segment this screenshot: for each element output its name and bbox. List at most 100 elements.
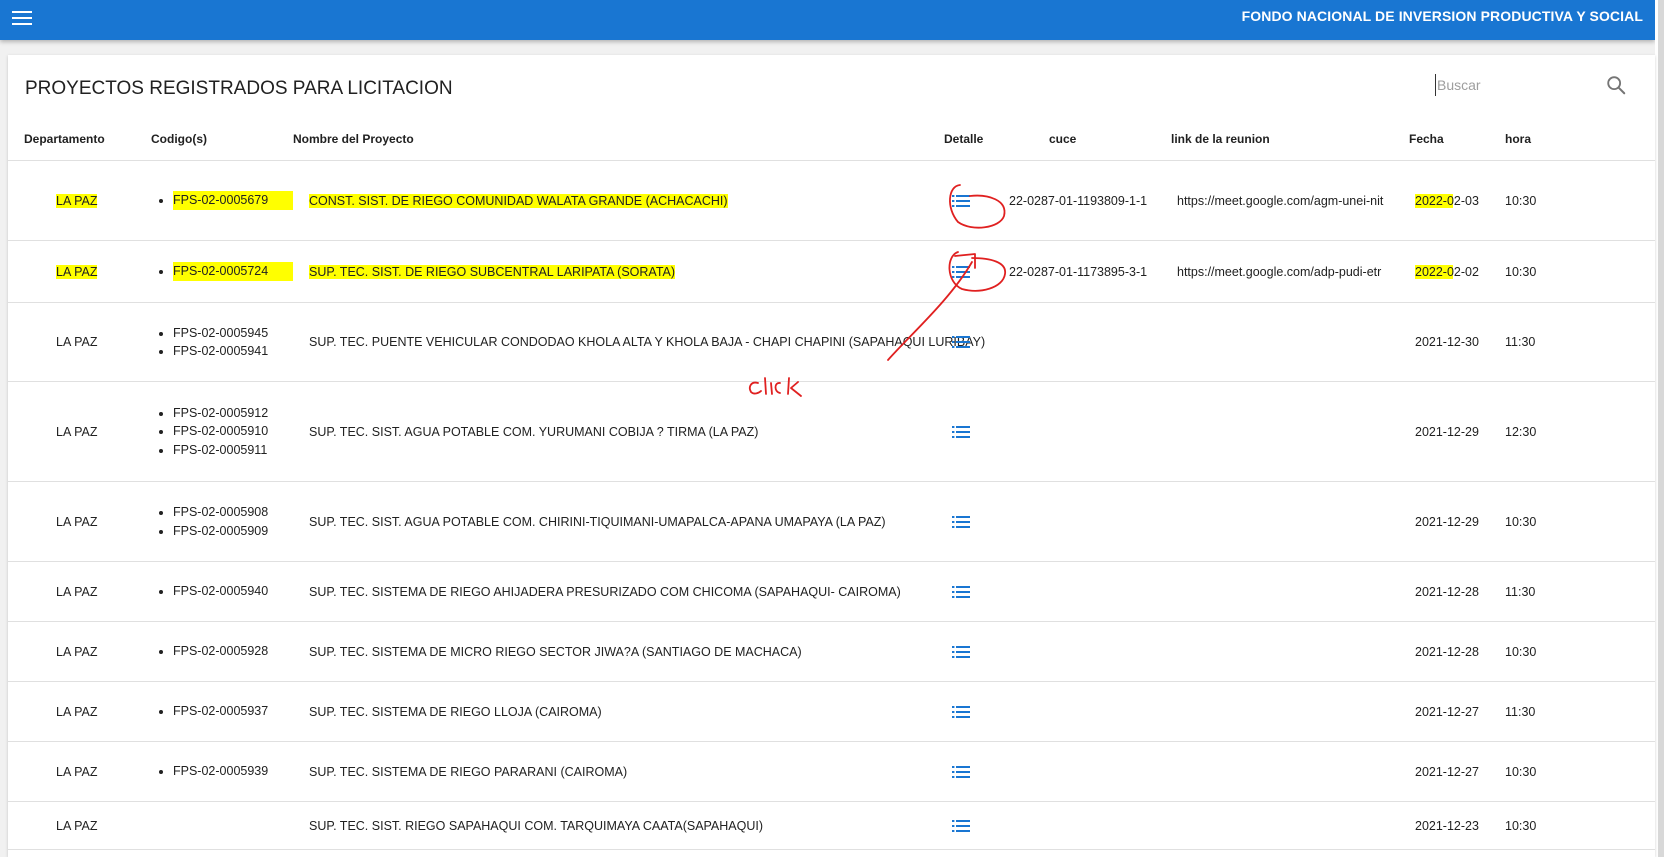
codigos-cell: FPS-02-0005928 xyxy=(135,621,293,682)
hora-cell: 10:30 xyxy=(1505,240,1655,303)
fecha-text: 2021-12-27 xyxy=(1415,764,1479,779)
nombre-cell: SUP. TEC. SISTEMA DE RIEGO PARARANI (CAI… xyxy=(293,741,926,802)
departamento-text: LA PAZ xyxy=(56,193,98,208)
app-title: FONDO NACIONAL DE INVERSION PRODUCTIVA Y… xyxy=(1241,8,1643,24)
departamento-text: LA PAZ xyxy=(56,584,98,599)
list-icon[interactable] xyxy=(952,194,970,208)
codigos-list: FPS-02-0005928 xyxy=(135,642,293,661)
detalle-cell xyxy=(926,160,1007,241)
column-header[interactable]: hora xyxy=(1505,118,1655,161)
list-icon[interactable] xyxy=(952,705,970,719)
menu-icon[interactable] xyxy=(12,9,34,27)
column-header[interactable]: cuce xyxy=(1007,118,1171,161)
list-icon[interactable] xyxy=(952,645,970,659)
fecha-cell: 2021-12-27 xyxy=(1409,741,1505,802)
list-icon[interactable] xyxy=(952,819,970,833)
fecha-text: 2021-12-28 xyxy=(1415,644,1479,659)
fecha-text: 2021-12-29 xyxy=(1415,424,1479,439)
column-header[interactable]: Departamento xyxy=(8,118,135,161)
table-row[interactable]: LA PAZ FPS-02-0005940 SUP. TEC. SISTEMA DE… xyxy=(8,561,1655,622)
meeting-link[interactable]: https://meet.google.com/agm-unei-nit xyxy=(1171,160,1409,241)
hora-cell: 11:30 xyxy=(1505,561,1655,622)
hora-cell: 10:30 xyxy=(1505,621,1655,682)
departamento-cell: LA PAZ xyxy=(8,801,135,850)
departamento-cell: LA PAZ xyxy=(8,561,135,622)
cuce-cell xyxy=(1007,302,1171,382)
search-input[interactable] xyxy=(1435,74,1587,96)
table-row[interactable]: LA PAZ FPS-02-0005928 SUP. TEC. SISTEMA DE… xyxy=(8,621,1655,682)
cuce-cell xyxy=(1007,621,1171,682)
detalle-cell xyxy=(926,801,1007,850)
nombre-cell: CONST. SIST. DE RIEGO COMUNIDAD WALATA G… xyxy=(293,160,926,241)
list-icon[interactable] xyxy=(952,265,970,279)
column-header[interactable]: Nombre del Proyecto xyxy=(293,118,926,161)
codigo-item: FPS-02-0005937 xyxy=(173,702,293,721)
nombre-text: SUP. TEC. SIST. RIEGO SAPAHAQUI COM. TAR… xyxy=(309,818,764,833)
table-row[interactable]: LA PAZ FPS-02-0005939 SUP. TEC. SISTEMA DE… xyxy=(8,741,1655,802)
codigo-item: FPS-02-0005939 xyxy=(173,762,293,781)
column-header[interactable]: Detalle xyxy=(926,118,1007,161)
fecha-text: 2021-12-28 xyxy=(1415,584,1479,599)
hora-cell: 10:30 xyxy=(1505,481,1655,562)
meeting-link[interactable]: https://meet.google.com/adp-pudi-etr xyxy=(1171,240,1409,303)
column-header[interactable]: Codigo(s) xyxy=(135,118,293,161)
projects-card: PROYECTOS REGISTRADOS PARA LICITACION De… xyxy=(8,55,1655,857)
hora-cell: 10:30 xyxy=(1505,801,1655,850)
cuce-cell: 22-0287-01-1193809-1-1 xyxy=(1007,160,1171,241)
nombre-cell: SUP. TEC. SIST. DE RIEGO SUBCENTRAL LARI… xyxy=(293,240,926,303)
nombre-text: SUP. TEC. PUENTE VEHICULAR CONDODAO KHOL… xyxy=(309,335,986,349)
nombre-text: SUP. TEC. SISTEMA DE RIEGO AHIJADERA PRE… xyxy=(309,584,901,599)
scrollbar[interactable] xyxy=(1658,0,1664,857)
codigos-list: FPS-02-0005908FPS-02-0005909 xyxy=(135,503,293,540)
table-row[interactable]: LA PAZ SUP. TEC. SIST. RIEGO SAPAHAQUI CO… xyxy=(8,801,1655,850)
nombre-text: SUP. TEC. SIST. AGUA POTABLE COM. CHIRIN… xyxy=(309,514,886,529)
search-icon[interactable] xyxy=(1605,74,1627,96)
table-row[interactable]: LA PAZ FPS-02-0005912FPS-02-0005910FPS-02… xyxy=(8,381,1655,482)
nombre-cell: SUP. TEC. SIST. AGUA POTABLE COM. CHIRIN… xyxy=(293,481,926,562)
codigo-item: FPS-02-0005910 xyxy=(173,422,293,441)
table-row[interactable]: LA PAZ FPS-02-0005724 SUP. TEC. SIST. DE R… xyxy=(8,240,1655,303)
nombre-cell: SUP. TEC. SIST. RIEGO SAPAHAQUI COM. TAR… xyxy=(293,801,926,850)
codigo-item: FPS-02-0005945 xyxy=(173,324,293,343)
codigos-cell: FPS-02-0005937 xyxy=(135,681,293,742)
codigos-cell: FPS-02-0005908FPS-02-0005909 xyxy=(135,481,293,562)
codigos-cell: FPS-02-0005945FPS-02-0005941 xyxy=(135,302,293,382)
departamento-text: LA PAZ xyxy=(56,764,98,779)
departamento-text: LA PAZ xyxy=(56,335,98,349)
nombre-cell: SUP. TEC. PUENTE VEHICULAR CONDODAO KHOL… xyxy=(293,302,985,382)
codigo-item: FPS-02-0005911 xyxy=(173,441,293,460)
codigos-list: FPS-02-0005939 xyxy=(135,762,293,781)
list-icon[interactable] xyxy=(952,765,970,779)
table-row[interactable]: LA PAZ FPS-02-0005945FPS-02-0005941 SUP. T… xyxy=(8,302,1655,382)
departamento-text: LA PAZ xyxy=(56,704,98,719)
detalle-cell xyxy=(926,481,1007,562)
column-header[interactable]: Fecha xyxy=(1409,118,1505,161)
column-header[interactable]: link de la reunion xyxy=(1171,118,1409,161)
table-row[interactable]: LA PAZ FPS-02-0005679 CONST. SIST. DE RIEG… xyxy=(8,160,1655,241)
departamento-text: LA PAZ xyxy=(56,818,98,833)
detalle-cell xyxy=(926,741,1007,802)
departamento-cell: LA PAZ xyxy=(8,160,135,241)
hora-cell: 11:30 xyxy=(1505,681,1655,742)
list-icon[interactable] xyxy=(952,335,970,349)
cuce-cell xyxy=(1007,681,1171,742)
hora-cell: 10:30 xyxy=(1505,160,1655,241)
list-icon[interactable] xyxy=(952,515,970,529)
cuce-cell xyxy=(1007,381,1171,482)
fecha-cell: 2021-12-29 xyxy=(1409,481,1505,562)
codigo-item: FPS-02-0005928 xyxy=(173,642,293,661)
app-bar: FONDO NACIONAL DE INVERSION PRODUCTIVA Y… xyxy=(0,0,1655,40)
list-icon[interactable] xyxy=(952,425,970,439)
detalle-cell xyxy=(926,302,1007,382)
codigo-item: FPS-02-0005724 xyxy=(173,262,293,281)
cuce-cell xyxy=(1007,801,1171,850)
nombre-cell: SUP. TEC. SISTEMA DE RIEGO LLOJA (CAIROM… xyxy=(293,681,926,742)
departamento-text: LA PAZ xyxy=(56,644,98,659)
table-row[interactable]: LA PAZ FPS-02-0005937 SUP. TEC. SISTEMA DE… xyxy=(8,681,1655,742)
table-row[interactable]: LA PAZ FPS-02-0005908FPS-02-0005909 SUP. T… xyxy=(8,481,1655,562)
page-title: PROYECTOS REGISTRADOS PARA LICITACION xyxy=(25,78,453,99)
codigos-list: FPS-02-0005679 xyxy=(135,191,293,210)
search-box xyxy=(1435,74,1626,100)
meeting-link xyxy=(1171,801,1409,850)
list-icon[interactable] xyxy=(952,585,970,599)
